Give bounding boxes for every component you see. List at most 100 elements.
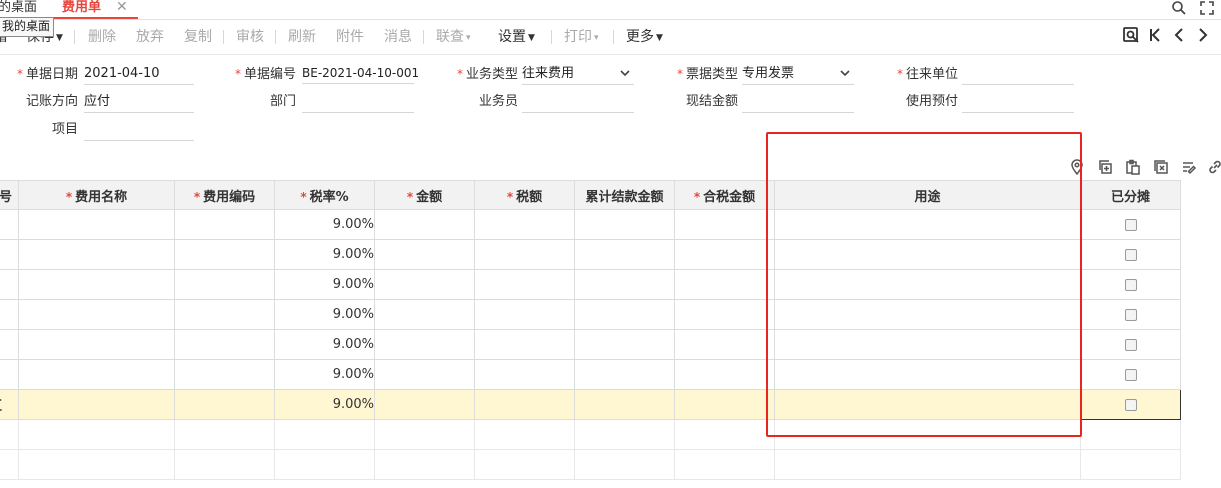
allocated-checkbox[interactable]: [1124, 278, 1137, 291]
message-button[interactable]: 消息: [384, 28, 412, 46]
more-button[interactable]: 更多 ▼: [626, 28, 663, 47]
col-header-allocated[interactable]: 已分摊: [1080, 180, 1181, 210]
invoice-type-select[interactable]: 专用发票: [742, 64, 854, 85]
allocated-checkbox[interactable]: [1124, 398, 1137, 411]
expense-name-cell[interactable]: [18, 209, 175, 240]
empty-cell[interactable]: [1080, 419, 1181, 450]
search-icon[interactable]: [1169, 0, 1189, 18]
empty-cell[interactable]: [774, 449, 1081, 480]
delete-row-icon[interactable]: [1152, 159, 1170, 177]
empty-cell[interactable]: [174, 449, 275, 480]
empty-cell[interactable]: [374, 419, 475, 450]
amount-cell[interactable]: [374, 239, 475, 270]
empty-cell[interactable]: [1080, 449, 1181, 480]
discard-button[interactable]: 放弃: [136, 28, 164, 46]
prev-page-icon[interactable]: [1170, 26, 1188, 46]
tax-cell[interactable]: [474, 329, 575, 360]
table-row-empty[interactable]: ▪: [0, 449, 1181, 480]
expense-code-cell[interactable]: [174, 359, 275, 390]
total-with-tax-cell[interactable]: [674, 359, 775, 390]
tab-desktop[interactable]: 的桌面: [0, 0, 37, 18]
expense-name-cell[interactable]: [18, 389, 175, 420]
biz-type-select[interactable]: 往来费用: [522, 64, 634, 85]
empty-cell[interactable]: [174, 419, 275, 450]
posting-dir-field[interactable]: 应付: [84, 92, 194, 113]
tax-cell[interactable]: [474, 359, 575, 390]
col-header-total-with-tax[interactable]: * 合税金额: [674, 180, 775, 210]
tax-rate-cell[interactable]: 9.00%: [274, 299, 375, 330]
use-prepay-field[interactable]: [962, 92, 1074, 113]
first-page-icon[interactable]: [1146, 26, 1164, 46]
settled-amount-cell[interactable]: [574, 389, 675, 420]
total-with-tax-cell[interactable]: [674, 299, 775, 330]
doc-date-field[interactable]: 2021-04-10: [84, 64, 194, 85]
col-header-amount[interactable]: * 金额: [374, 180, 475, 210]
empty-cell[interactable]: [674, 449, 775, 480]
amount-cell[interactable]: [374, 299, 475, 330]
settled-amount-cell[interactable]: [574, 299, 675, 330]
empty-cell[interactable]: [474, 449, 575, 480]
col-header-expense-code[interactable]: * 费用编码: [174, 180, 275, 210]
expense-name-cell[interactable]: [18, 269, 175, 300]
partner-field[interactable]: [962, 64, 1074, 85]
col-header-expense-name[interactable]: * 费用名称: [18, 180, 175, 210]
amount-cell[interactable]: [374, 329, 475, 360]
expense-name-cell[interactable]: [18, 329, 175, 360]
copy-row-icon[interactable]: [1096, 159, 1114, 177]
settled-amount-cell[interactable]: [574, 209, 675, 240]
batch-edit-icon[interactable]: [1180, 159, 1198, 177]
total-with-tax-cell[interactable]: [674, 239, 775, 270]
print-button[interactable]: 打印 ▾: [564, 28, 599, 47]
tax-rate-cell[interactable]: 9.00%: [274, 359, 375, 390]
empty-cell[interactable]: [674, 419, 775, 450]
salesperson-field[interactable]: [522, 92, 634, 113]
amount-cell[interactable]: [374, 209, 475, 240]
expense-name-cell[interactable]: [18, 359, 175, 390]
empty-cell[interactable]: [18, 419, 175, 450]
refresh-button[interactable]: 刷新: [288, 28, 316, 46]
col-header-tax-rate[interactable]: * 税率%: [274, 180, 375, 210]
empty-cell[interactable]: [374, 449, 475, 480]
expense-code-cell[interactable]: [174, 329, 275, 360]
expense-code-cell[interactable]: [174, 269, 275, 300]
link-query-button[interactable]: 联查 ▾: [436, 28, 471, 47]
empty-cell[interactable]: [274, 419, 375, 450]
total-with-tax-cell[interactable]: [674, 389, 775, 420]
copy-button[interactable]: 复制: [184, 28, 212, 46]
expense-code-cell[interactable]: [174, 239, 275, 270]
expense-name-cell[interactable]: [18, 239, 175, 270]
expense-name-cell[interactable]: [18, 299, 175, 330]
allocated-checkbox[interactable]: [1124, 338, 1137, 351]
amount-cell[interactable]: [374, 389, 475, 420]
empty-cell[interactable]: [274, 449, 375, 480]
cash-amount-field[interactable]: [742, 92, 854, 113]
total-with-tax-cell[interactable]: [674, 269, 775, 300]
doc-no-field[interactable]: BE-2021-04-10-001: [302, 63, 419, 84]
allocated-checkbox[interactable]: [1124, 248, 1137, 261]
tax-rate-cell[interactable]: 9.00%: [274, 329, 375, 360]
settings-button[interactable]: 设置 ▼: [498, 28, 535, 47]
preview-icon[interactable]: [1122, 26, 1140, 46]
tax-cell[interactable]: [474, 209, 575, 240]
tax-rate-cell[interactable]: 9.00%: [274, 389, 375, 420]
tax-cell[interactable]: [474, 299, 575, 330]
amount-cell[interactable]: [374, 269, 475, 300]
delete-button[interactable]: 删除: [88, 28, 116, 46]
empty-cell[interactable]: [574, 419, 675, 450]
allocated-checkbox[interactable]: [1124, 218, 1137, 231]
tab-expense-doc[interactable]: 费用单 ✕: [54, 0, 138, 19]
tax-rate-cell[interactable]: 9.00%: [274, 269, 375, 300]
empty-cell[interactable]: [574, 449, 675, 480]
settled-amount-cell[interactable]: [574, 329, 675, 360]
col-header-settled-amount[interactable]: 累计结款金额: [574, 180, 675, 210]
amount-cell[interactable]: [374, 359, 475, 390]
attachment-button[interactable]: 附件: [336, 28, 364, 46]
settled-amount-cell[interactable]: [574, 359, 675, 390]
settled-amount-cell[interactable]: [574, 239, 675, 270]
audit-button[interactable]: 审核: [236, 28, 264, 46]
tax-cell[interactable]: [474, 389, 575, 420]
next-page-icon[interactable]: [1194, 26, 1212, 46]
allocated-checkbox[interactable]: [1124, 368, 1137, 381]
tax-rate-cell[interactable]: 9.00%: [274, 239, 375, 270]
expense-code-cell[interactable]: [174, 299, 275, 330]
